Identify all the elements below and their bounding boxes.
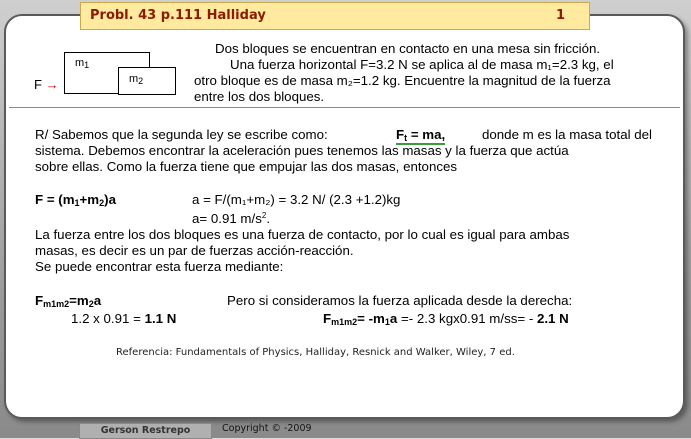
contact-force-right: Fm1m2= -m1a =- 2.3 kgx0.91 m/ss= - 2.1 N <box>323 311 569 327</box>
solution-line-3: sobre ellas. Como la fuerza tiene que em… <box>35 159 458 174</box>
paragraph-2-line-2: masas, es decir es un par de fuerzas acc… <box>35 243 354 258</box>
problem-line-4: entre los dos bloques. <box>194 89 325 104</box>
copyright-text: Copyright © -2009 <box>222 423 312 434</box>
problem-line-1: Dos bloques se encuentran en contacto en… <box>215 41 601 56</box>
force-label: F → <box>34 77 59 92</box>
contact-force-left-result: 1.2 x 0.91 = 1.1 N <box>71 311 177 326</box>
equation-force: F = (m1+m2)a <box>35 192 116 208</box>
right-arrow-icon: → <box>45 77 59 92</box>
section-divider <box>9 107 680 108</box>
problem-line-2: Una fuerza horizontal F=3.2 N se aplica … <box>230 57 614 72</box>
problem-line-3: otro bloque es de masa m₂=1.2 kg. Encuen… <box>194 73 611 88</box>
solution-intro: R/ Sabemos que la segunda ley se escribe… <box>35 127 328 142</box>
contact-force-left: Fm1m2=m2a <box>35 293 102 309</box>
paragraph-2-line-3: Se puede encontrar esta fuerza mediante: <box>35 259 284 274</box>
equation-acceleration-result: a= 0.91 m/s2. <box>192 211 271 226</box>
solution-line-2: sistema. Debemos encontrar la aceleració… <box>35 143 569 158</box>
reference-text: Referencia: Fundamentals of Physics, Hal… <box>116 347 515 358</box>
solution-intro-b: donde m es la masa total del <box>482 127 653 142</box>
paragraph-2-line-1: La fuerza entre los dos bloques es una f… <box>35 227 570 242</box>
block-m1-label: m1 <box>75 57 90 70</box>
page-number: 1 <box>555 8 565 23</box>
block-m2: m2 <box>118 67 176 95</box>
block-m2-label: m2 <box>129 73 144 86</box>
title-text: Probl. 43 p.111 Halliday <box>90 8 266 23</box>
equation-acceleration: a = F/(m₁+m₂) = 3.2 N/ (2.3 +1.2)kg <box>192 192 401 207</box>
right-side-intro: Pero si consideramos la fuerza aplicada … <box>227 293 573 308</box>
author-badge: Gerson Restrepo <box>79 423 212 439</box>
title-bar: Probl. 43 p.111 Halliday 1 <box>80 2 590 30</box>
